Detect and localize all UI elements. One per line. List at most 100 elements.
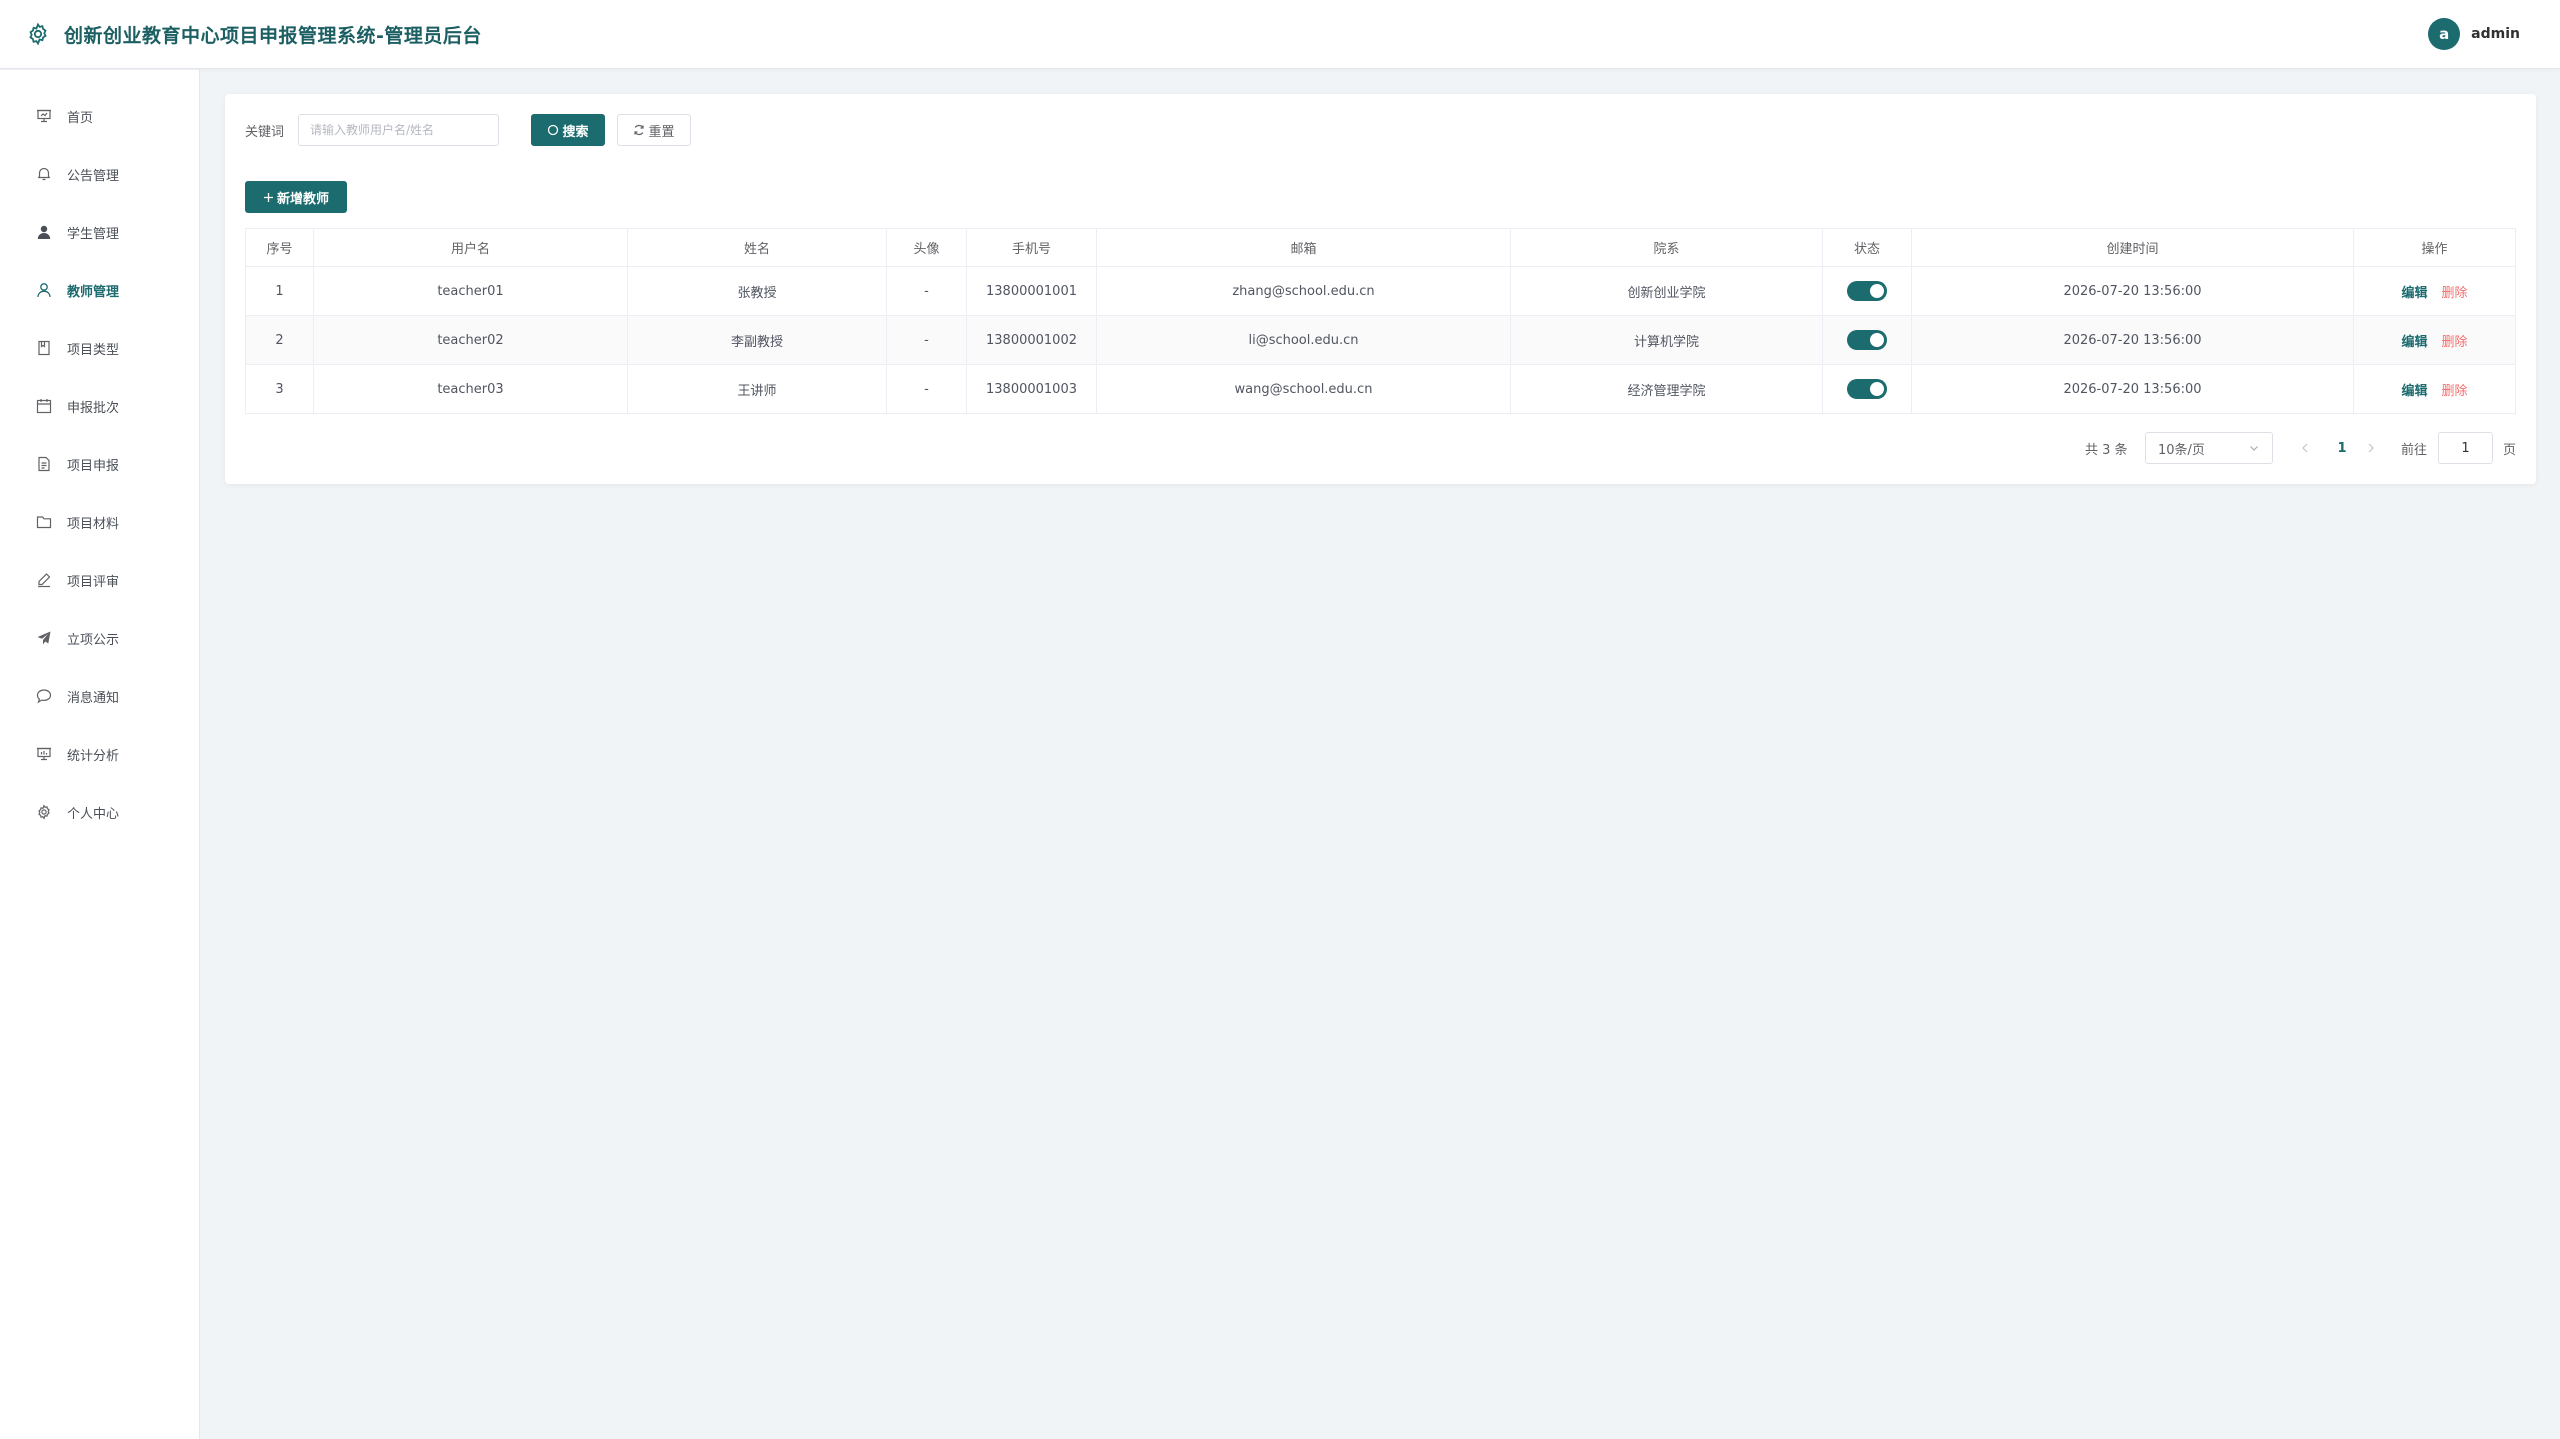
sidebar-item-label: 项目材料 (67, 516, 120, 532)
cell-status (1822, 266, 1912, 316)
cell-created: 2026-07-20 13:56:00 (1911, 266, 2354, 316)
column-header: 手机号 (966, 228, 1097, 267)
add-teacher-button[interactable]: 新增教师 (245, 181, 347, 213)
sidebar-item-applications[interactable]: 项目申报 (0, 444, 199, 484)
data-board-icon (35, 745, 53, 763)
brand: 创新创业教育中心项目申报管理系统-管理员后台 (25, 21, 482, 48)
delete-button[interactable]: 删除 (2442, 335, 2468, 350)
top-header: 创新创业教育中心项目申报管理系统-管理员后台 a admin (0, 0, 2560, 69)
column-header: 操作 (2353, 228, 2516, 267)
sidebar-item-label: 项目评审 (67, 574, 120, 590)
setting-icon (35, 803, 53, 821)
cell-actions: 编辑 删除 (2353, 266, 2516, 316)
sidebar-item-label: 消息通知 (67, 690, 120, 706)
user-icon (35, 281, 53, 299)
refresh-icon (633, 124, 645, 136)
cell-name: 张教授 (627, 266, 887, 316)
page-number-current[interactable]: 1 (2327, 432, 2357, 464)
search-button[interactable]: 搜索 (531, 114, 605, 146)
app-title: 创新创业教育中心项目申报管理系统-管理员后台 (64, 24, 482, 47)
cell-avatar: - (886, 364, 967, 414)
home-icon (35, 107, 53, 125)
sidebar-item-publicity[interactable]: 立项公示 (0, 618, 199, 658)
table-header-row: 序号 用户名 姓名 头像 手机号 邮箱 院系 状态 创建时间 操作 (245, 228, 2516, 267)
cell-status (1822, 315, 1912, 365)
edit-button[interactable]: 编辑 (2401, 286, 2427, 301)
goto-page-input[interactable] (2438, 432, 2493, 464)
cell-department: 创新创业学院 (1510, 266, 1823, 316)
edit-pen-icon (35, 571, 53, 589)
cell-phone: 13800001001 (966, 266, 1097, 316)
status-toggle[interactable] (1847, 330, 1887, 350)
sidebar-item-label: 教师管理 (67, 284, 120, 300)
cell-email: li@school.edu.cn (1096, 315, 1511, 365)
cell-status (1822, 364, 1912, 414)
notebook-icon (35, 339, 53, 357)
sidebar-item-label: 统计分析 (67, 748, 120, 764)
column-header: 姓名 (627, 228, 887, 267)
cell-email: wang@school.edu.cn (1096, 364, 1511, 414)
cell-department: 经济管理学院 (1510, 364, 1823, 414)
prev-page-button[interactable] (2297, 439, 2313, 457)
add-teacher-label: 新增教师 (276, 191, 329, 207)
document-icon (35, 455, 53, 473)
cell-email: zhang@school.edu.cn (1096, 266, 1511, 316)
status-toggle[interactable] (1847, 281, 1887, 301)
cell-username: teacher01 (313, 266, 628, 316)
sidebar-item-announcements[interactable]: 公告管理 (0, 154, 199, 194)
sidebar-item-materials[interactable]: 项目材料 (0, 502, 199, 542)
sidebar-item-statistics[interactable]: 统计分析 (0, 734, 199, 774)
page-size-select[interactable]: 10条/页 (2145, 432, 2273, 464)
column-header: 院系 (1510, 228, 1823, 267)
cell-index: 3 (245, 364, 314, 414)
page-size-value: 10条/页 (2158, 442, 2205, 458)
search-icon (547, 124, 559, 136)
sidebar-item-label: 首页 (67, 110, 94, 126)
next-page-button[interactable] (2363, 439, 2379, 457)
cell-name: 王讲师 (627, 364, 887, 414)
delete-button[interactable]: 删除 (2442, 286, 2468, 301)
sidebar-item-home[interactable]: 首页 (0, 96, 199, 136)
column-header: 序号 (245, 228, 314, 267)
avatar[interactable]: a (2428, 18, 2461, 50)
cell-phone: 13800001003 (966, 364, 1097, 414)
edit-button[interactable]: 编辑 (2401, 384, 2427, 399)
goto-unit: 页 (2503, 442, 2517, 458)
cell-actions: 编辑 删除 (2353, 315, 2516, 365)
sidebar-item-batches[interactable]: 申报批次 (0, 386, 199, 426)
sidebar-item-students[interactable]: 学生管理 (0, 212, 199, 252)
user-menu[interactable]: a admin (2428, 18, 2520, 50)
username[interactable]: admin (2471, 26, 2520, 42)
pagination-total: 共 3 条 (2085, 442, 2128, 458)
sidebar-item-project-types[interactable]: 项目类型 (0, 328, 199, 368)
table-row: 3 teacher03 王讲师 - 13800001003 wang@schoo… (245, 364, 2516, 414)
keyword-input[interactable] (298, 114, 499, 146)
sidebar-item-label: 项目类型 (67, 342, 120, 358)
cell-department: 计算机学院 (1510, 315, 1823, 365)
sidebar-item-profile[interactable]: 个人中心 (0, 792, 199, 832)
sidebar-item-reviews[interactable]: 项目评审 (0, 560, 199, 600)
column-header: 用户名 (313, 228, 628, 267)
sidebar-item-teachers[interactable]: 教师管理 (0, 270, 199, 310)
goto-label: 前往 (2401, 442, 2428, 458)
delete-button[interactable]: 删除 (2442, 384, 2468, 399)
teacher-table: 序号 用户名 姓名 头像 手机号 邮箱 院系 状态 创建时间 操作 1 teac… (245, 228, 2516, 414)
sidebar-item-label: 学生管理 (67, 226, 120, 242)
search-button-label: 搜索 (562, 124, 589, 140)
sidebar-item-label: 立项公示 (67, 632, 120, 648)
cell-avatar: - (886, 266, 967, 316)
sidebar-item-messages[interactable]: 消息通知 (0, 676, 199, 716)
edit-button[interactable]: 编辑 (2401, 335, 2427, 350)
cell-actions: 编辑 删除 (2353, 364, 2516, 414)
cell-username: teacher03 (313, 364, 628, 414)
reset-button[interactable]: 重置 (617, 114, 691, 146)
cell-index: 2 (245, 315, 314, 365)
status-toggle[interactable] (1847, 379, 1887, 399)
table-row: 1 teacher01 张教授 - 13800001001 zhang@scho… (245, 266, 2516, 316)
calendar-icon (35, 397, 53, 415)
keyword-label: 关键词 (245, 125, 285, 140)
bell-icon (35, 165, 53, 183)
user-filled-icon (35, 223, 53, 241)
chat-icon (35, 687, 53, 705)
cell-created: 2026-07-20 13:56:00 (1911, 315, 2354, 365)
